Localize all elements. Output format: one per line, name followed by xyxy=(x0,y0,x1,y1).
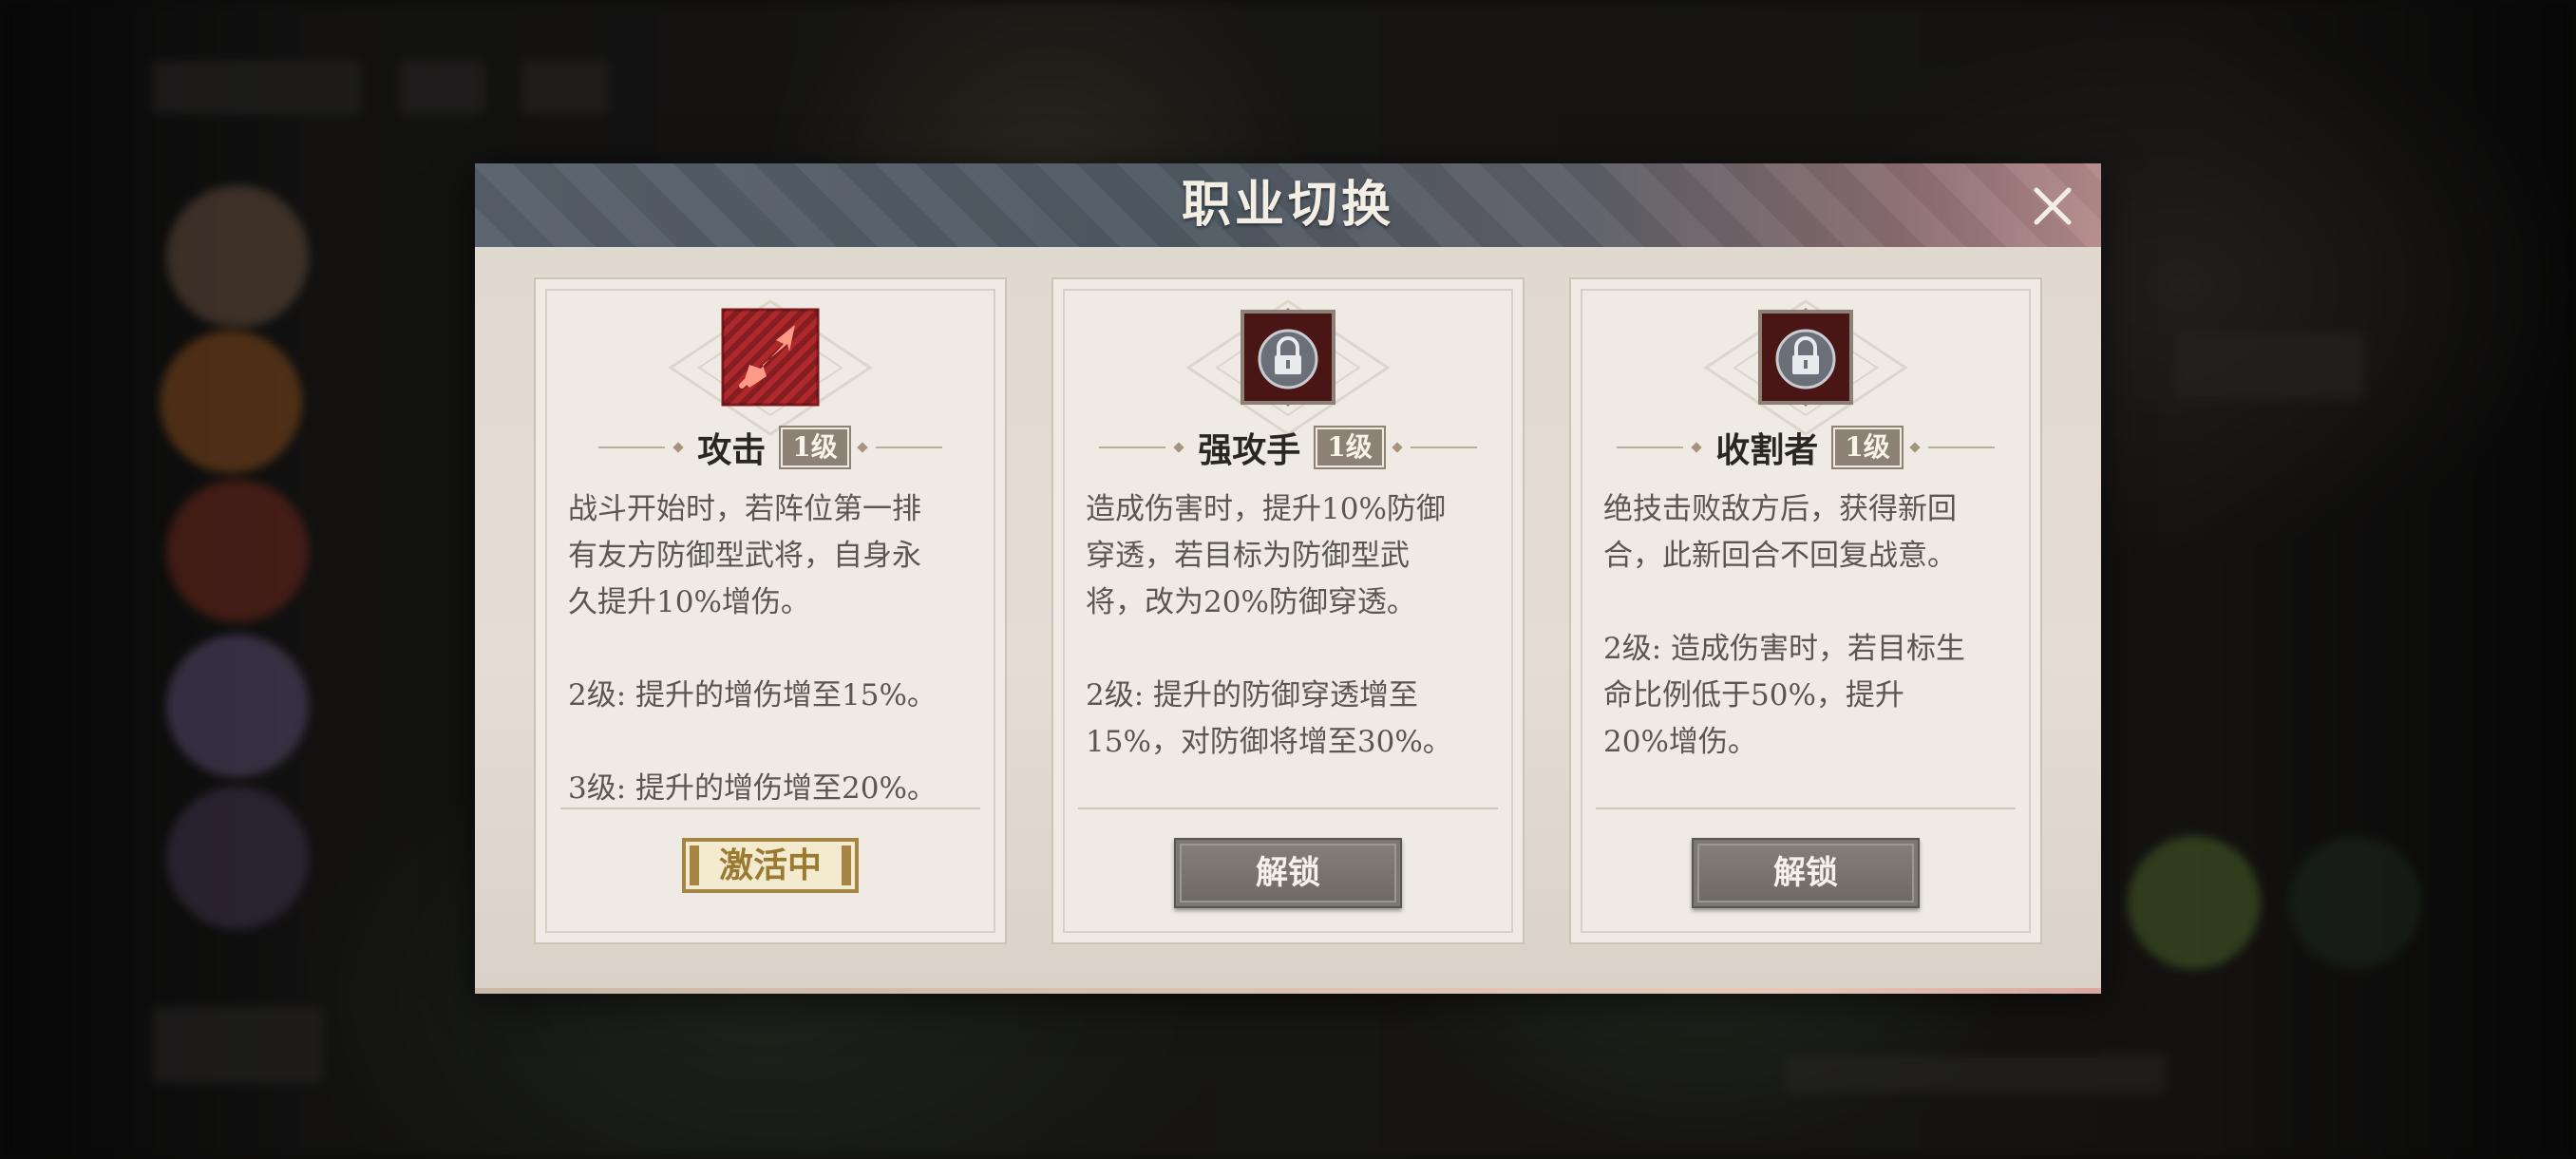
class-switch-dialog: 职业切换 攻击 1级 战斗开始时，若阵位第一排 有友方防御型武将，自身永 久提升… xyxy=(475,163,2101,994)
card-divider xyxy=(1078,808,1498,809)
close-button[interactable] xyxy=(2029,182,2076,230)
game-screen: 职业切换 攻击 1级 战斗开始时，若阵位第一排 有友方防御型武将，自身永 久提升… xyxy=(0,0,2576,1159)
divider-line xyxy=(1410,446,1477,448)
sword-slash-icon xyxy=(721,308,820,407)
class-card-attack[interactable]: 攻击 1级 战斗开始时，若阵位第一排 有友方防御型武将，自身永 久提升10%增伤… xyxy=(534,277,1007,944)
card-divider xyxy=(1596,808,2016,809)
skill-title-row: 收割者 1级 xyxy=(1600,424,2012,471)
divider-line xyxy=(1927,446,1995,448)
lock-icon xyxy=(1756,308,1855,407)
skill-name: 强攻手 xyxy=(1198,430,1301,470)
diamond-dot-icon xyxy=(857,442,868,453)
diamond-dot-icon xyxy=(1909,442,1921,453)
level-badge: 1级 xyxy=(1831,426,1904,469)
diamond-dot-icon xyxy=(672,442,684,453)
lock-icon xyxy=(1239,308,1337,407)
diamond-dot-icon xyxy=(1173,442,1184,453)
card-divider xyxy=(560,808,980,809)
divider-line xyxy=(1099,446,1166,448)
skill-name: 攻击 xyxy=(697,430,767,470)
divider-line xyxy=(875,446,942,448)
active-status-badge: 激活中 xyxy=(682,838,859,893)
skill-description: 战斗开始时，若阵位第一排 有友方防御型武将，自身永 久提升10%增伤。 2级: … xyxy=(568,492,937,806)
unlock-button[interactable]: 解锁 xyxy=(1174,838,1402,908)
diamond-dot-icon xyxy=(1691,442,1702,453)
diamond-dot-icon xyxy=(1392,442,1403,453)
class-card-reaper[interactable]: 收割者 1级 绝技击败敌方后，获得新回 合，此新回合不回复战意。 2级: 造成伤… xyxy=(1569,277,2042,944)
level-badge: 1级 xyxy=(1314,426,1386,469)
unlock-button[interactable]: 解锁 xyxy=(1692,838,1920,908)
divider-line xyxy=(1617,446,1684,448)
skill-description: 绝技击败敌方后，获得新回 合，此新回合不回复战意。 2级: 造成伤害时，若目标生… xyxy=(1603,492,1966,759)
skill-title-row: 攻击 1级 xyxy=(564,424,976,471)
close-icon xyxy=(2034,187,2072,225)
level-badge: 1级 xyxy=(779,426,851,469)
divider-line xyxy=(598,446,666,448)
dialog-title: 职业切换 xyxy=(1181,176,1394,234)
skill-name: 收割者 xyxy=(1715,430,1819,470)
skill-description: 造成伤害时，提升10%防御 穿透，若目标为防御型武 将，改为20%防御穿透。 2… xyxy=(1086,492,1452,759)
class-card-striker[interactable]: 强攻手 1级 造成伤害时，提升10%防御 穿透，若目标为防御型武 将，改为20%… xyxy=(1051,277,1525,944)
skill-title-row: 强攻手 1级 xyxy=(1082,424,1494,471)
